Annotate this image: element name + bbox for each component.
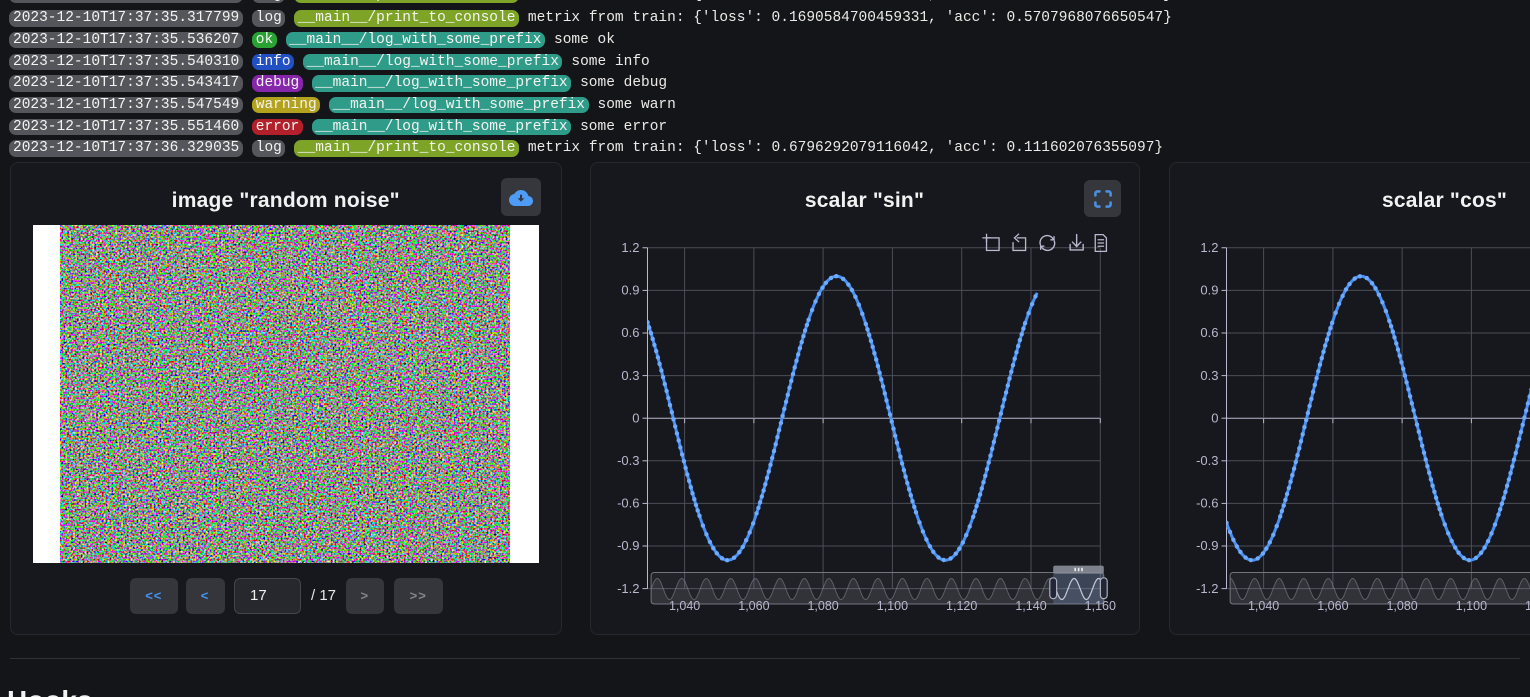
svg-text:-0.3: -0.3 [617, 453, 639, 468]
svg-text:0.6: 0.6 [1200, 325, 1218, 340]
svg-text:1,080: 1,080 [807, 599, 838, 613]
svg-text:-1.2: -1.2 [617, 581, 639, 596]
svg-text:-1.2: -1.2 [1196, 581, 1218, 596]
svg-text:1,040: 1,040 [668, 599, 699, 613]
svg-text:1,120: 1,120 [946, 599, 977, 613]
svg-text:0.3: 0.3 [621, 368, 639, 383]
svg-text:-0.9: -0.9 [617, 538, 639, 553]
svg-text:-0.3: -0.3 [1196, 453, 1218, 468]
svg-text:0.3: 0.3 [1200, 368, 1218, 383]
svg-text:0: 0 [1211, 410, 1218, 425]
svg-text:1,080: 1,080 [1386, 599, 1417, 613]
svg-text:0.9: 0.9 [1200, 283, 1218, 298]
svg-text:1.2: 1.2 [1200, 240, 1218, 255]
svg-text:1,120: 1,120 [1525, 599, 1530, 613]
svg-text:-0.9: -0.9 [1196, 538, 1218, 553]
svg-text:1,040: 1,040 [1248, 599, 1279, 613]
svg-text:1,140: 1,140 [1015, 599, 1046, 613]
svg-text:0.9: 0.9 [621, 283, 639, 298]
svg-text:0: 0 [632, 410, 639, 425]
svg-text:0.6: 0.6 [621, 325, 639, 340]
svg-text:1,060: 1,060 [1317, 599, 1348, 613]
svg-text:-0.6: -0.6 [617, 496, 639, 511]
svg-text:1.2: 1.2 [621, 240, 639, 255]
svg-text:-0.6: -0.6 [1196, 496, 1218, 511]
svg-text:1,160: 1,160 [1084, 599, 1115, 613]
svg-text:1,060: 1,060 [738, 599, 769, 613]
svg-text:1,100: 1,100 [876, 599, 907, 613]
svg-text:1,100: 1,100 [1456, 599, 1487, 613]
